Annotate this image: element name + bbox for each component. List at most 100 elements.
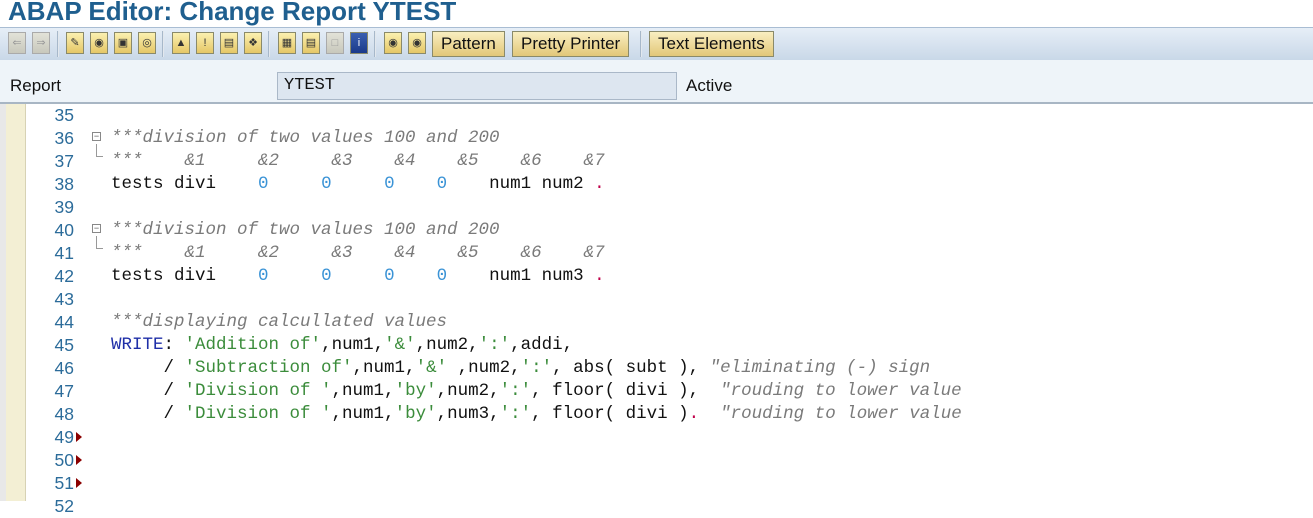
code-token-string: ':' xyxy=(478,335,511,355)
line-marker-arrow-icon xyxy=(76,478,82,488)
line-number: 48 xyxy=(54,404,74,424)
code-token-string: 'by' xyxy=(394,381,437,401)
line-number: 50 xyxy=(54,450,74,470)
object-list-icon[interactable]: ▦ xyxy=(278,32,296,54)
line-number: 49 xyxy=(54,427,74,447)
line-number: 36 xyxy=(54,128,74,148)
info-icon[interactable]: i xyxy=(350,32,368,54)
code-line[interactable]: 43 xyxy=(0,288,1313,311)
code-token-dot: . xyxy=(594,174,605,194)
code-line[interactable]: 47 / 'Division of ',num1,'by',num2,':', … xyxy=(0,380,1313,403)
code-text: tests divi 0 0 0 0 num1 num3 . xyxy=(111,265,605,288)
code-line[interactable]: 51 xyxy=(0,472,1313,495)
code-token-dot: . xyxy=(688,404,700,424)
breakpoint-icon[interactable]: ◉ xyxy=(384,32,402,54)
line-number: 51 xyxy=(54,473,74,493)
toolbar-separator xyxy=(640,31,642,57)
code-text: *** &1 &2 &3 &4 &5 &6 &7 xyxy=(111,242,605,265)
display-change-icon[interactable]: ✎ xyxy=(66,32,84,54)
back-icon[interactable]: ⇐ xyxy=(8,32,26,54)
navigation-icon[interactable]: ▤ xyxy=(220,32,238,54)
code-token-comment: "eliminating (-) sign xyxy=(709,358,931,378)
line-number: 45 xyxy=(54,335,74,355)
activate-icon[interactable]: ◎ xyxy=(138,32,156,54)
report-name-field[interactable]: YTEST xyxy=(277,72,677,100)
code-line[interactable]: 52 xyxy=(0,495,1313,518)
session-breakpoint-icon[interactable]: ◉ xyxy=(408,32,426,54)
code-token-number: 0 xyxy=(321,266,332,286)
where-used-icon[interactable]: ! xyxy=(196,32,214,54)
collapse-block-icon[interactable]: − xyxy=(92,132,101,141)
code-token-string: ':' xyxy=(499,381,532,401)
code-line[interactable]: 40 − ***division of two values 100 and 200 xyxy=(0,219,1313,242)
code-line[interactable]: 36 − ***division of two values 100 and 200 xyxy=(0,127,1313,150)
code-token-keyword: WRITE xyxy=(111,335,164,355)
code-token-string: 'Division of ' xyxy=(184,404,332,424)
code-text: *** &1 &2 &3 &4 &5 &6 &7 xyxy=(111,150,605,173)
fold-end-icon xyxy=(96,144,103,157)
test-icon[interactable]: ▲ xyxy=(172,32,190,54)
code-token-number: 0 xyxy=(258,266,269,286)
code-token-comment: ***division of two values 100 and 200 xyxy=(111,128,500,148)
code-line[interactable]: 41 *** &1 &2 &3 &4 &5 &6 &7 xyxy=(0,236,1313,265)
code-token-plain: , floor( divi ), xyxy=(531,381,721,401)
code-text: / 'Division of ',num1,'by',num3,':', flo… xyxy=(111,403,962,426)
code-token-plain: ,num1, xyxy=(331,404,395,424)
code-token-number: 0 xyxy=(436,174,448,194)
collapse-block-icon[interactable]: − xyxy=(92,224,101,233)
code-text: ***division of two values 100 and 200 xyxy=(111,127,500,150)
enhance-icon[interactable]: ❖ xyxy=(244,32,262,54)
forward-icon[interactable]: ⇒ xyxy=(32,32,50,54)
other-object-icon[interactable]: ◉ xyxy=(90,32,108,54)
line-number: 43 xyxy=(54,289,74,309)
code-line[interactable]: 42 tests divi 0 0 0 0 num1 num3 . xyxy=(0,265,1313,288)
display-object-icon[interactable]: ▤ xyxy=(302,32,320,54)
code-token-comment: "rouding to lower value xyxy=(720,404,962,424)
code-token-string: ':' xyxy=(520,358,553,378)
pretty-printer-button[interactable]: Pretty Printer xyxy=(512,31,630,57)
code-text: WRITE: 'Addition of',num1,'&',num2,':',a… xyxy=(111,334,573,357)
code-line[interactable]: 44 ***displaying calcullated values xyxy=(0,311,1313,334)
code-text: ***displaying calcullated values xyxy=(111,311,447,334)
code-token-plain: num1 num2 xyxy=(447,174,595,194)
code-token-dot: . xyxy=(594,266,605,286)
line-number: 46 xyxy=(54,358,74,378)
code-token-string: 'by' xyxy=(394,404,437,424)
code-line[interactable]: 48 / 'Division of ',num1,'by',num3,':', … xyxy=(0,403,1313,426)
code-line[interactable]: 38 tests divi 0 0 0 0 num1 num2 . xyxy=(0,173,1313,196)
text-elements-button[interactable]: Text Elements xyxy=(649,31,774,57)
code-token-plain: / xyxy=(111,404,185,424)
code-line[interactable]: 39 xyxy=(0,196,1313,219)
code-token-string: '&' xyxy=(415,358,448,378)
help-icon[interactable]: □ xyxy=(326,32,344,54)
code-token-number: 0 xyxy=(258,174,269,194)
code-token-plain: / xyxy=(111,358,185,378)
code-token-plain: ,num1, xyxy=(331,381,395,401)
line-number: 42 xyxy=(54,266,74,286)
window-title: ABAP Editor: Change Report YTEST xyxy=(8,0,457,26)
code-line[interactable]: 37 *** &1 &2 &3 &4 &5 &6 &7 xyxy=(0,144,1313,173)
code-token-plain: ,num2, xyxy=(436,381,500,401)
code-text: tests divi 0 0 0 0 num1 num2 . xyxy=(111,173,605,196)
code-token-comment: *** &1 &2 &3 &4 &5 &6 &7 xyxy=(111,243,605,263)
code-token-plain: / xyxy=(111,381,185,401)
code-line[interactable]: 35 xyxy=(0,104,1313,127)
code-line[interactable]: 50 xyxy=(0,449,1313,472)
code-token-number: 0 xyxy=(384,174,395,194)
application-toolbar: ⇐ ⇒ ✎ ◉ ▣ ◎ ▲ ! ▤ ❖ ▦ ▤ □ i ◉ ◉ Pattern … xyxy=(0,27,1313,61)
toolbar-separator xyxy=(162,31,164,57)
code-line[interactable]: 45 WRITE: 'Addition of',num1,'&',num2,':'… xyxy=(0,334,1313,357)
code-line[interactable]: 49 xyxy=(0,426,1313,449)
check-icon[interactable]: ▣ xyxy=(114,32,132,54)
code-token-string: 'Division of ' xyxy=(184,381,332,401)
code-text: / 'Subtraction of',num1,'&' ,num2,':', a… xyxy=(111,357,931,380)
code-line[interactable]: 46 / 'Subtraction of',num1,'&' ,num2,':'… xyxy=(0,357,1313,380)
pattern-button[interactable]: Pattern xyxy=(432,31,505,57)
code-token-plain: ,num2, xyxy=(447,358,521,378)
report-header: Report YTEST Active xyxy=(0,60,1313,104)
